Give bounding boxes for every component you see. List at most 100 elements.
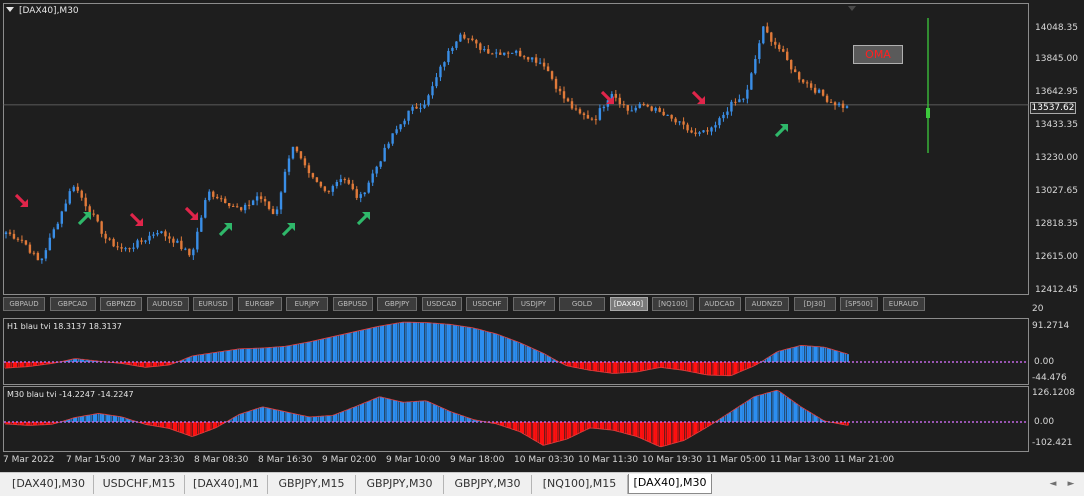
candle (507, 51, 510, 58)
candle (231, 203, 235, 207)
candle (411, 104, 414, 115)
price-axis-label: 12818.35 (1035, 219, 1078, 229)
tab-scroll-left-icon[interactable]: ◄ (1046, 477, 1060, 491)
h1-axis-zero: 0.00 (1034, 357, 1055, 367)
candle (514, 49, 518, 56)
candle (144, 239, 147, 244)
candle (443, 61, 446, 71)
time-label: 7 Mar 2022 (3, 455, 55, 465)
candle (24, 239, 28, 246)
symbol-button[interactable]: GBPUSD (332, 297, 373, 311)
chart-tab[interactable]: USDCHF,M15 (94, 475, 185, 494)
chart-tab[interactable]: GBPJPY,M30 (356, 475, 444, 494)
candle (570, 97, 574, 110)
candle (774, 37, 777, 49)
candle (255, 192, 259, 206)
candle (742, 98, 745, 103)
symbol-button[interactable]: USDCAD (421, 297, 462, 311)
candle (626, 104, 629, 115)
candle (176, 238, 179, 244)
candle (423, 100, 426, 109)
candle (96, 214, 99, 223)
chart-tab[interactable]: [NQ100],M15 (532, 475, 628, 494)
candle (279, 190, 283, 215)
candle (76, 183, 79, 194)
h1-axis-top2: 20 (1032, 304, 1044, 314)
candle (188, 248, 191, 257)
chart-tab[interactable]: [DAX40],M30 (628, 474, 712, 494)
candle (168, 232, 171, 244)
candle (120, 243, 123, 253)
candle (638, 102, 641, 109)
chart-tab[interactable]: GBPJPY,M15 (268, 475, 356, 494)
candle (52, 227, 56, 239)
symbol-button[interactable]: GOLD (559, 297, 605, 311)
symbol-button[interactable]: EURGBP (237, 297, 282, 311)
candle (291, 146, 295, 160)
candle (650, 105, 653, 112)
chart-tab[interactable]: [DAX40],M1 (185, 475, 268, 494)
candle (375, 165, 378, 178)
candle (247, 200, 251, 210)
candle (379, 160, 382, 169)
time-label: 11 Mar 05:00 (706, 455, 767, 465)
symbol-button[interactable]: [DAX40] (609, 297, 648, 311)
marker-block (926, 108, 930, 118)
candle (116, 241, 119, 251)
candle (60, 210, 63, 228)
buy-arrow-icon (218, 223, 232, 237)
candle (503, 52, 506, 56)
candle (805, 80, 809, 88)
symbol-button[interactable]: AUDUSD (146, 297, 189, 311)
candle (156, 230, 159, 237)
indicator-m30-svg[interactable] (4, 387, 1028, 451)
candle (267, 201, 271, 211)
candle (770, 31, 773, 46)
symbol-button[interactable]: EURUSD (193, 297, 233, 311)
candle (841, 100, 845, 113)
symbol-button[interactable]: GBPCAD (49, 297, 96, 311)
candle (491, 52, 494, 55)
symbol-button[interactable]: GBPJPY (377, 297, 417, 311)
candle (686, 122, 689, 133)
tab-scroll-right-icon[interactable]: ► (1064, 477, 1078, 491)
candle (235, 203, 239, 208)
candle (666, 114, 669, 116)
chart-tab[interactable]: GBPJPY,M30 (444, 475, 532, 494)
symbol-button[interactable]: [DJ30] (793, 297, 836, 311)
symbol-button[interactable]: USDJPY (512, 297, 555, 311)
symbol-button[interactable]: AUDCAD (698, 297, 741, 311)
indicator-h1-svg[interactable] (4, 319, 1028, 383)
candle (343, 177, 346, 184)
candle (212, 190, 215, 200)
symbol-button[interactable]: [SP500] (840, 297, 878, 311)
candle (407, 110, 410, 125)
chart-tab[interactable]: [DAX40],M30 (4, 475, 94, 494)
m30-axis-top: 126.1208 (1032, 388, 1075, 398)
symbol-button[interactable]: USDCHF (466, 297, 508, 311)
candle (654, 106, 657, 114)
candle (622, 100, 625, 108)
candle (303, 155, 307, 168)
candle (586, 110, 590, 119)
candle (714, 121, 717, 132)
symbol-button[interactable]: EURAUD (882, 297, 925, 311)
candle (180, 236, 183, 251)
symbol-button[interactable]: AUDNZD (745, 297, 789, 311)
candle (128, 247, 131, 253)
candle (323, 185, 327, 193)
candle (642, 102, 645, 107)
symbol-button[interactable]: EURJPY (286, 297, 328, 311)
symbol-button[interactable]: GBPNZD (100, 297, 142, 311)
symbol-button[interactable]: [NQ100] (652, 297, 694, 311)
candle (427, 93, 430, 107)
buy-arrow-icon (774, 124, 788, 138)
candle (718, 116, 721, 129)
candle (228, 203, 231, 209)
candle (590, 117, 594, 121)
symbol-button[interactable]: GBPAUD (3, 297, 45, 311)
candle (487, 45, 490, 54)
price-chart-svg[interactable] (3, 3, 1029, 295)
candle (339, 174, 343, 186)
candle (403, 118, 406, 127)
